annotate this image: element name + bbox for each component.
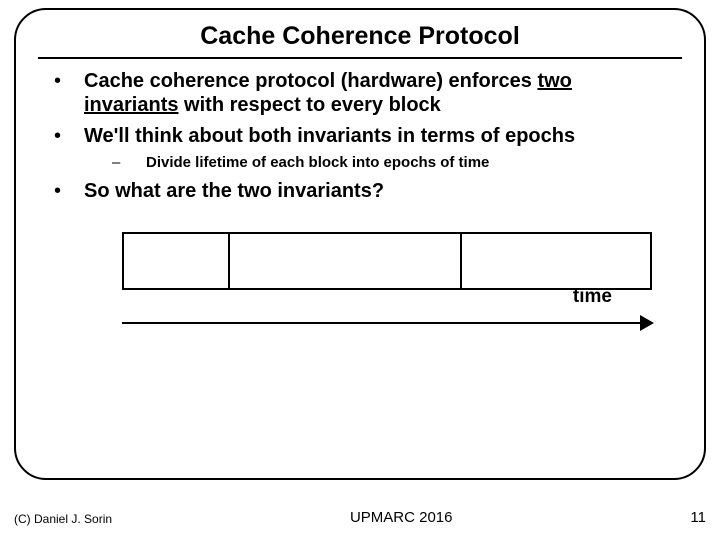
axis-label: time <box>573 286 612 308</box>
footer: (C) Daniel J. Sorin UPMARC 2016 11 <box>14 509 706 526</box>
page-number: 11 <box>690 509 706 526</box>
time-axis <box>122 314 652 334</box>
epoch-box-1 <box>124 234 230 288</box>
axis-line <box>122 322 652 324</box>
epoch-diagram: time <box>122 232 652 334</box>
dash-icon: – <box>112 154 146 171</box>
subbullet-1: – Divide lifetime of each block into epo… <box>54 154 670 171</box>
bullet-1-post: with respect to every block <box>178 94 440 116</box>
bullet-dot-icon: • <box>54 69 84 118</box>
bullet-3: • So what are the two invariants? <box>54 179 670 203</box>
epoch-box-3 <box>462 234 650 288</box>
bullet-dot-icon: • <box>54 179 84 203</box>
bullet-1: • Cache coherence protocol (hardware) en… <box>54 69 670 118</box>
bullet-2: • We'll think about both invariants in t… <box>54 124 670 148</box>
bullet-2-text: We'll think about both invariants in ter… <box>84 124 670 148</box>
venue: UPMARC 2016 <box>112 509 690 526</box>
bullet-3-text: So what are the two invariants? <box>84 179 670 203</box>
subbullet-1-text: Divide lifetime of each block into epoch… <box>146 154 489 171</box>
epoch-boxes <box>122 232 652 290</box>
epoch-box-2 <box>230 234 462 288</box>
slide-frame: Cache Coherence Protocol • Cache coheren… <box>14 8 706 480</box>
bullet-1-text: Cache coherence protocol (hardware) enfo… <box>84 69 670 118</box>
bullet-list: • Cache coherence protocol (hardware) en… <box>16 69 704 334</box>
bullet-dot-icon: • <box>54 124 84 148</box>
arrow-right-icon <box>640 315 654 331</box>
slide-title: Cache Coherence Protocol <box>16 22 704 51</box>
copyright: (C) Daniel J. Sorin <box>14 512 112 526</box>
title-rule <box>38 57 682 59</box>
bullet-1-pre: Cache coherence protocol (hardware) enfo… <box>84 70 537 92</box>
